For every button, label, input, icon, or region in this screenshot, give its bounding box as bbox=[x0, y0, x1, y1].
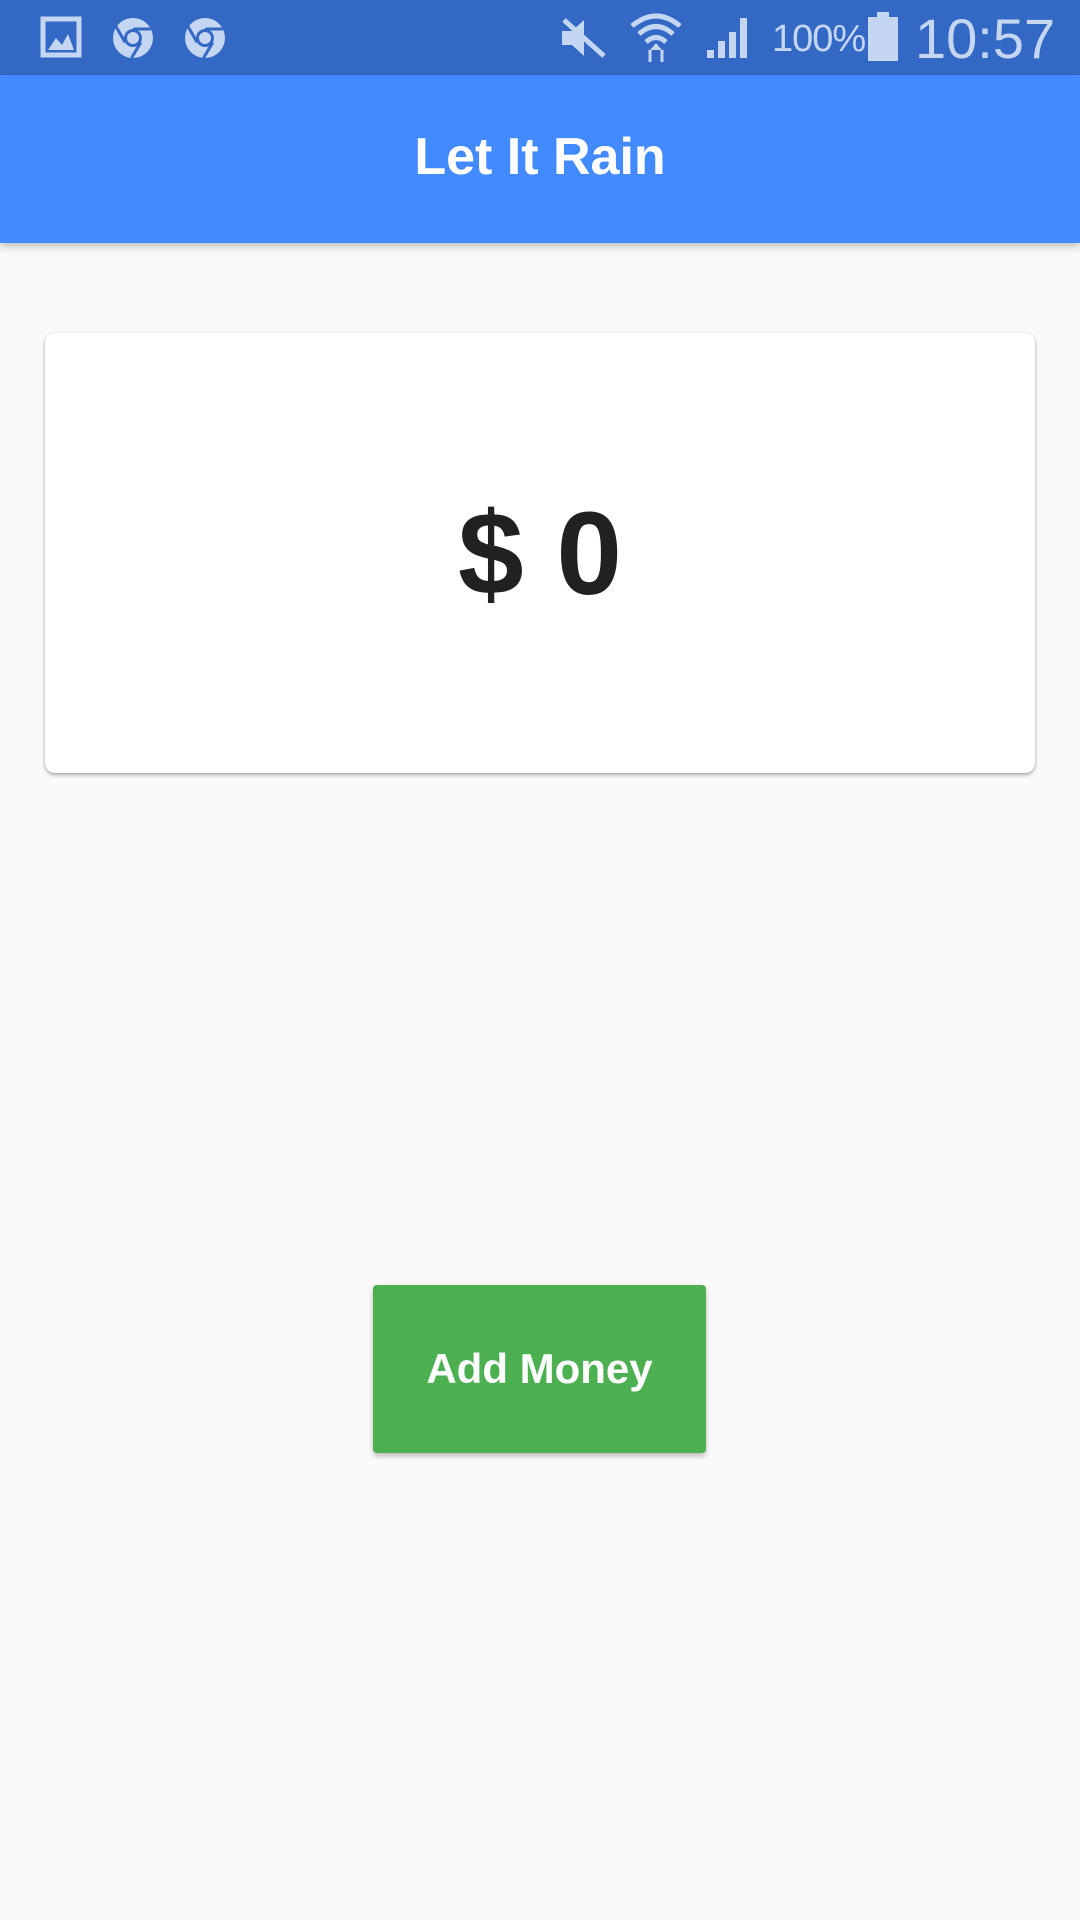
balance-amount: $ 0 bbox=[457, 488, 623, 620]
status-bar: 100% 10:57 bbox=[0, 0, 1080, 75]
balance-card: $ 0 bbox=[45, 333, 1035, 773]
page-title: Let It Rain bbox=[414, 128, 666, 186]
gallery-icon bbox=[40, 16, 82, 58]
signal-icon bbox=[707, 18, 747, 58]
battery-percent: 100% bbox=[772, 18, 866, 60]
mute-icon bbox=[562, 18, 606, 58]
chrome-icon bbox=[185, 18, 225, 59]
battery-icon bbox=[868, 12, 898, 61]
add-money-button[interactable]: Add Money bbox=[373, 1285, 706, 1453]
chrome-icon bbox=[113, 18, 153, 59]
wifi-icon bbox=[630, 13, 682, 62]
app-bar: Let It Rain bbox=[0, 75, 1080, 243]
clock: 10:57 bbox=[915, 7, 1056, 70]
